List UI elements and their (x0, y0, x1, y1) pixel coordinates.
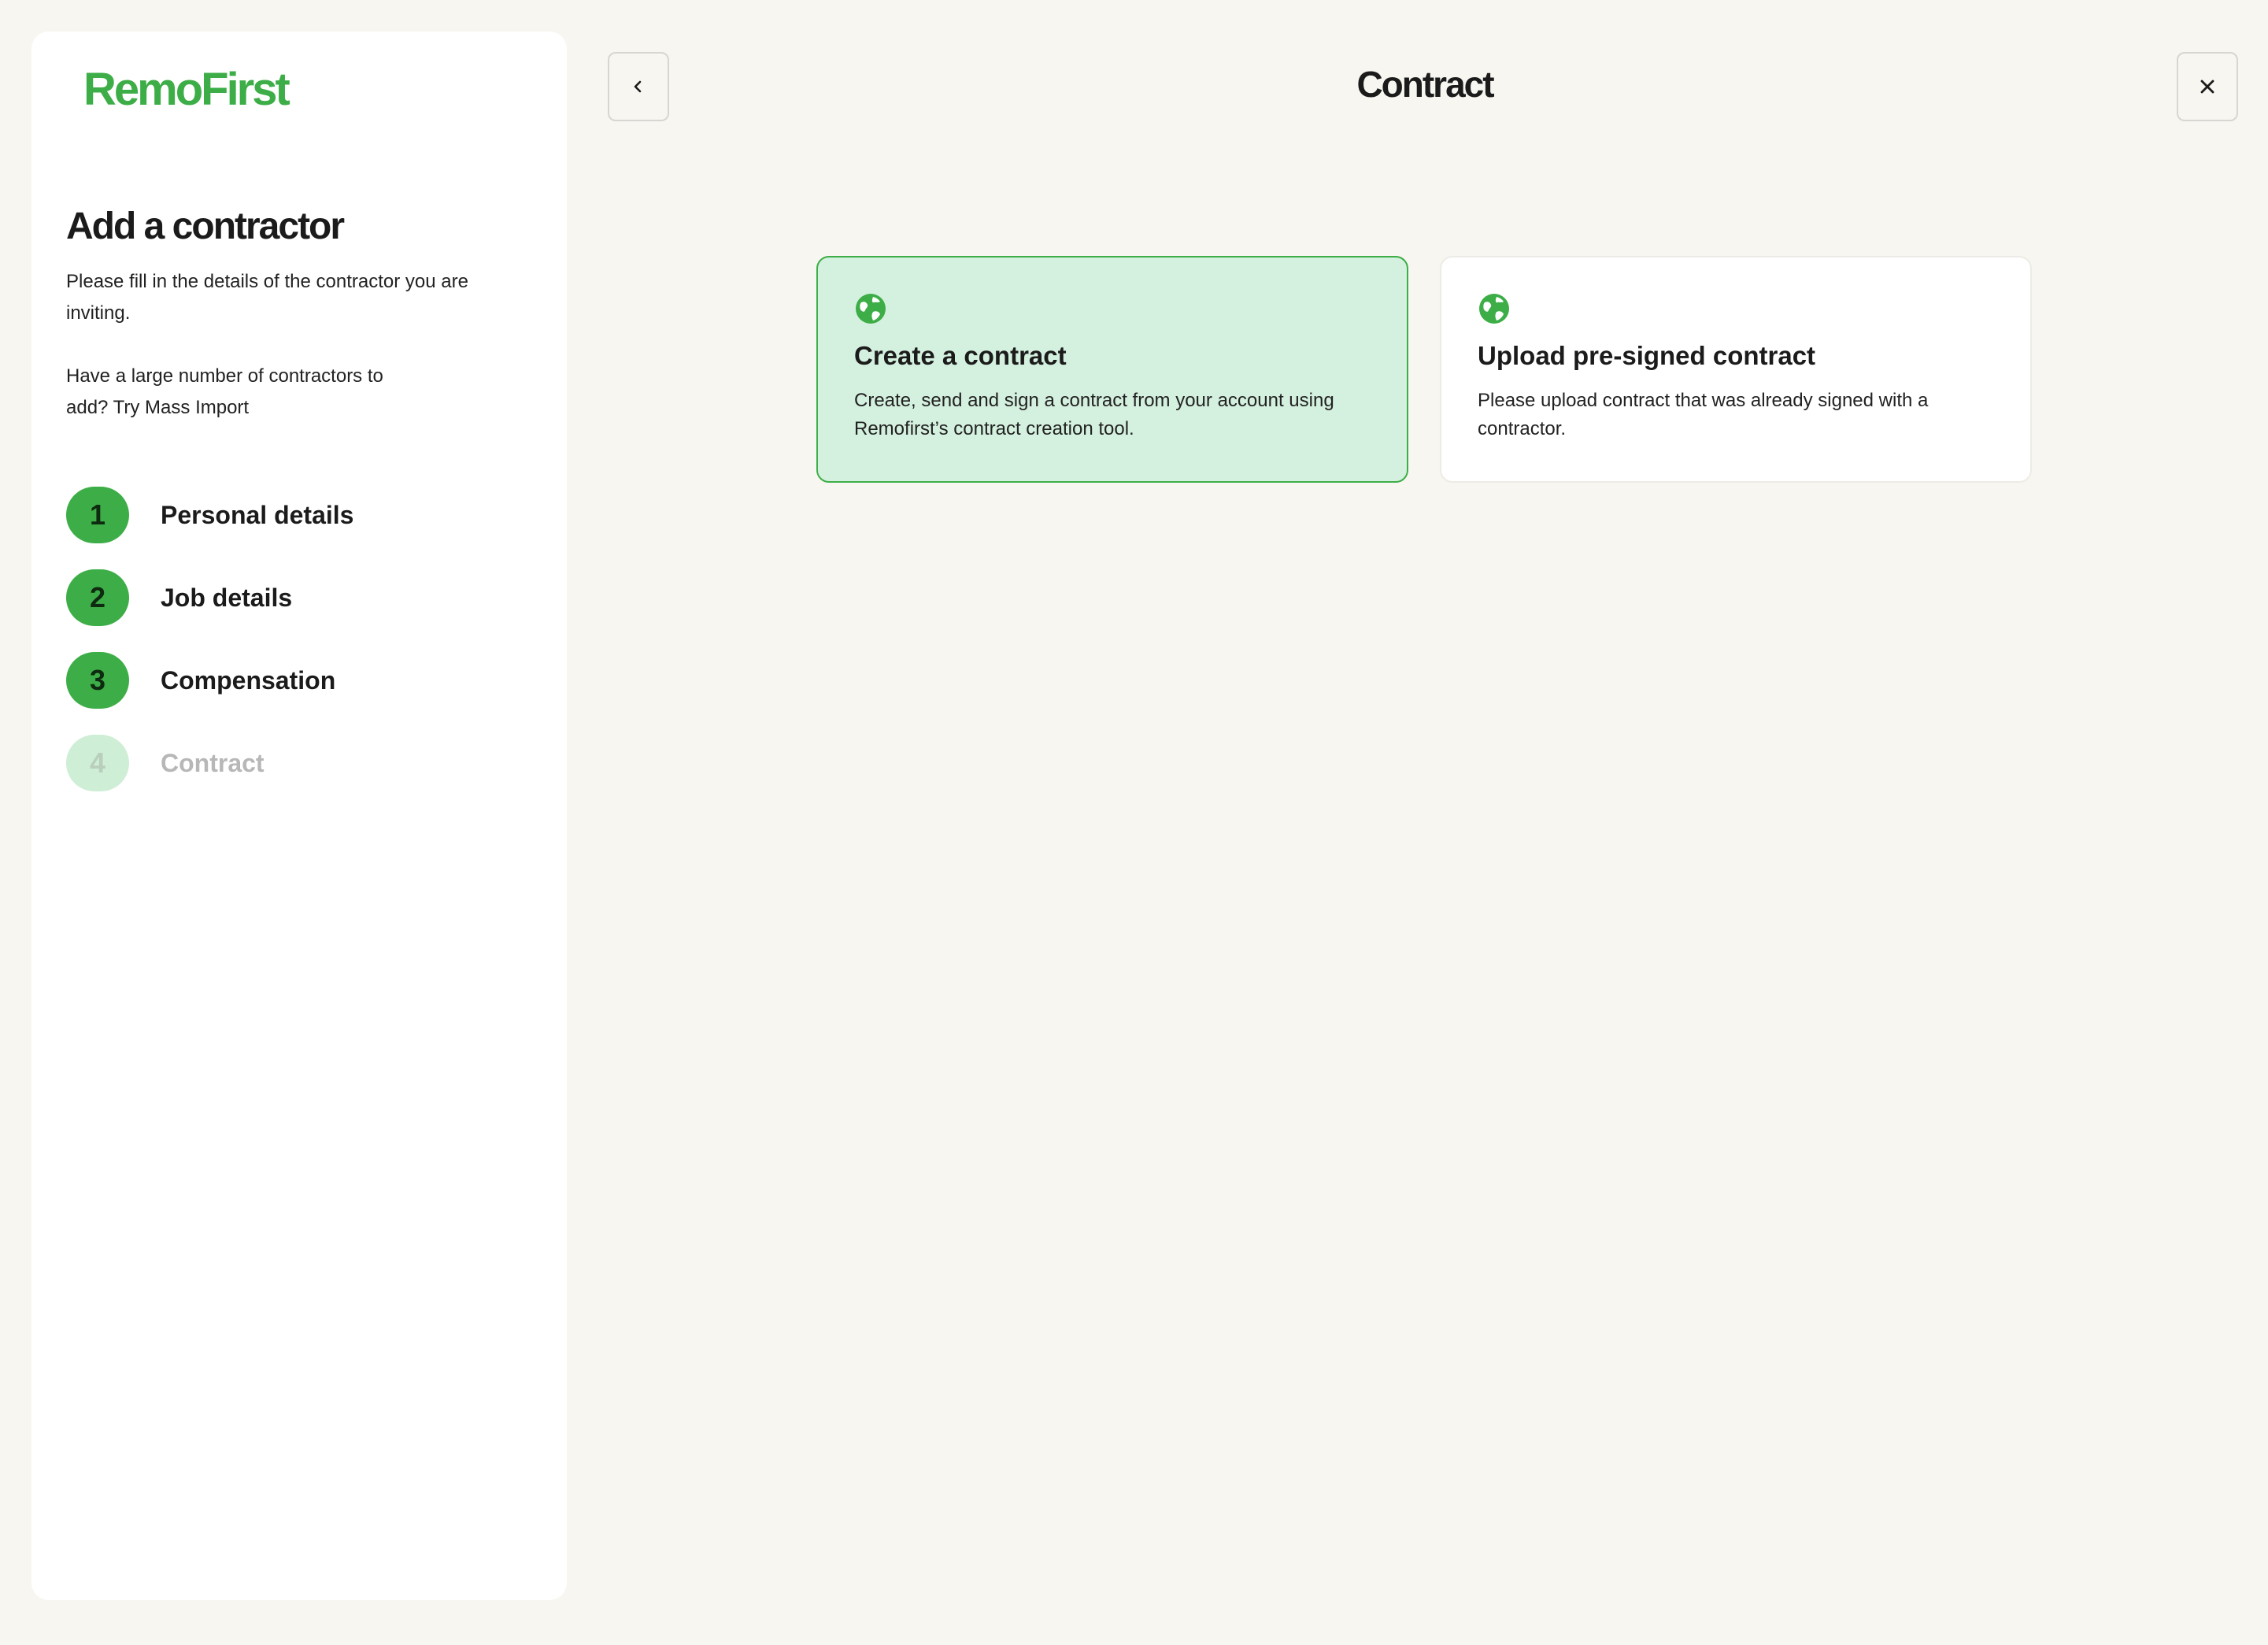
step-label: Contract (161, 748, 265, 777)
step-job-details[interactable]: 2 Job details (66, 568, 353, 628)
option-description: Please upload contract that was already … (1478, 390, 1929, 439)
mass-import-hint: Have a large number of contractors to ad… (66, 365, 383, 418)
stepper: 1 Personal details 2 Job details 3 Compe… (66, 485, 353, 816)
step-contract: 4 Contract (66, 733, 353, 793)
create-contract-option[interactable]: Create a contract Create, send and sign … (816, 256, 1408, 483)
option-title: Create a contract (854, 341, 1067, 370)
page-title: Contract (1356, 64, 1494, 105)
close-button[interactable] (2177, 52, 2238, 121)
chevron-left-icon (634, 80, 642, 93)
step-label: Compensation (161, 665, 336, 695)
step-label: Job details (161, 583, 293, 612)
step-number: 2 (66, 569, 129, 626)
remofirst-logo: RemoFirst (83, 64, 290, 115)
step-personal-details[interactable]: 1 Personal details (66, 485, 353, 545)
sidebar: RemoFirst Add a contractor Please fill i… (31, 31, 567, 1600)
close-icon (2200, 80, 2214, 94)
sidebar-title: Add a contractor (66, 206, 345, 247)
option-title: Upload pre-signed contract (1478, 341, 1816, 370)
globe-icon (1479, 294, 1509, 324)
back-button[interactable] (608, 52, 669, 121)
option-description: Create, send and sign a contract from yo… (854, 390, 1334, 439)
step-label: Personal details (161, 500, 354, 529)
upload-pre-signed-contract-option[interactable]: Upload pre-signed contract Please upload… (1440, 256, 2032, 483)
step-number: 3 (66, 652, 129, 709)
sidebar-description: Please fill in the details of the contra… (66, 271, 468, 324)
step-number: 4 (66, 735, 129, 791)
globe-icon (856, 294, 886, 324)
step-number: 1 (66, 487, 129, 543)
step-compensation[interactable]: 3 Compensation (66, 650, 353, 710)
